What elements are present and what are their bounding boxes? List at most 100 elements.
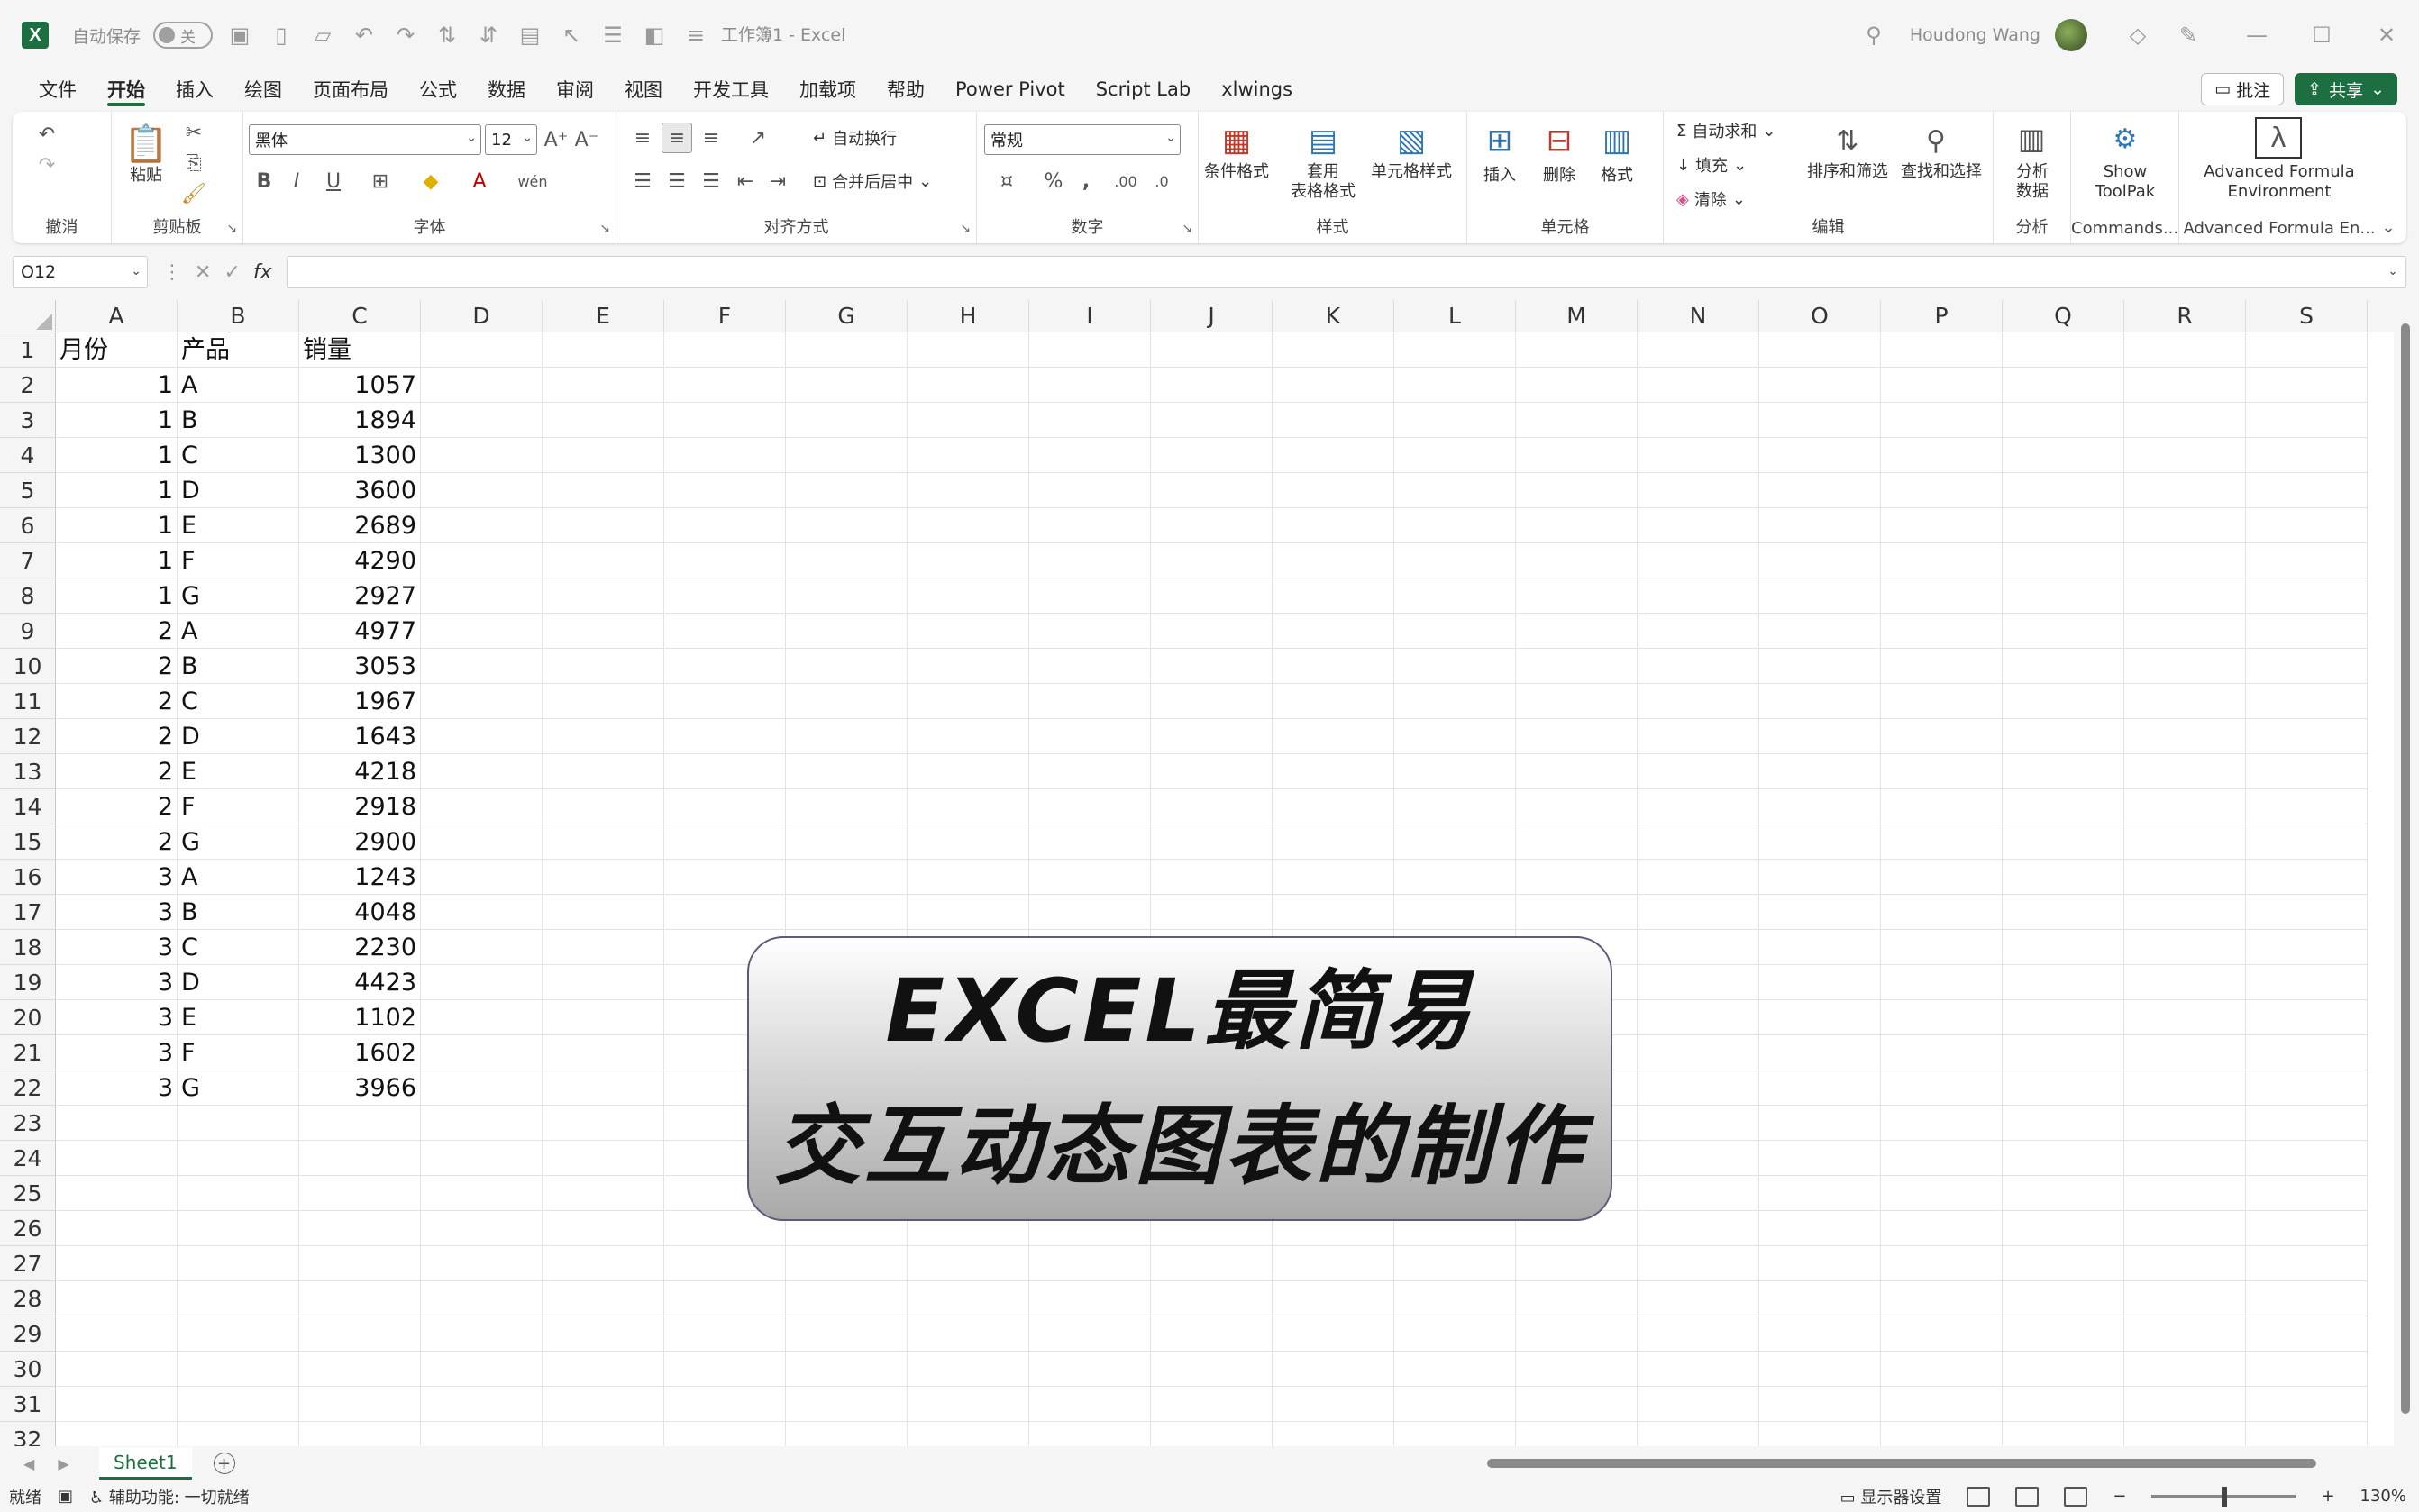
column-header[interactable]: L — [1394, 300, 1516, 332]
cell[interactable] — [421, 860, 543, 895]
formula-input[interactable]: ⌄ — [286, 256, 2406, 288]
cell[interactable] — [2124, 438, 2246, 473]
cell[interactable]: 1102 — [299, 1000, 421, 1035]
cell[interactable] — [2124, 1352, 2246, 1387]
cell[interactable] — [2124, 930, 2246, 965]
sort-descending-icon[interactable]: ⇵ — [474, 21, 503, 50]
vertical-scroll-thumb[interactable] — [2401, 323, 2410, 1414]
cell[interactable] — [421, 1176, 543, 1211]
wrap-text-button[interactable]: ↵ 自动换行 — [813, 126, 897, 150]
row-header[interactable]: 28 — [0, 1281, 56, 1316]
cell[interactable] — [1759, 1106, 1881, 1141]
cell[interactable] — [2003, 1422, 2124, 1446]
cell[interactable]: D — [178, 719, 299, 754]
align-top-icon[interactable]: ≡ — [627, 123, 658, 153]
cell[interactable] — [1638, 649, 1759, 684]
normal-view-button[interactable] — [1967, 1486, 1991, 1507]
cell[interactable] — [1881, 895, 2003, 930]
cell[interactable] — [1638, 1000, 1759, 1035]
cell[interactable] — [2003, 1352, 2124, 1387]
cell[interactable] — [299, 1106, 421, 1141]
cell[interactable] — [1759, 860, 1881, 895]
maximize-button[interactable]: ☐ — [2289, 0, 2354, 70]
tab-addins[interactable]: 加载项 — [784, 70, 872, 108]
cell[interactable] — [543, 789, 664, 824]
cell[interactable] — [1273, 543, 1394, 578]
cell[interactable] — [1394, 895, 1516, 930]
cell[interactable] — [786, 368, 908, 403]
cell[interactable] — [2124, 895, 2246, 930]
cell[interactable] — [1759, 1211, 1881, 1246]
cell[interactable] — [543, 1000, 664, 1035]
delete-cells-label[interactable]: 删除 — [1534, 166, 1584, 186]
cell[interactable] — [543, 860, 664, 895]
cell[interactable] — [664, 1387, 786, 1422]
cell-styles-label[interactable]: 单元格样式 — [1365, 162, 1458, 182]
cell[interactable] — [2003, 1106, 2124, 1141]
column-header[interactable]: J — [1151, 300, 1273, 332]
tab-power-pivot[interactable]: Power Pivot — [940, 70, 1081, 108]
cell[interactable]: D — [178, 473, 299, 508]
cell[interactable] — [2246, 719, 2368, 754]
number-format-select[interactable]: 常规 ⌄ — [984, 124, 1181, 155]
cell[interactable] — [2124, 684, 2246, 719]
dialog-launcher-icon[interactable]: ↘ — [960, 222, 971, 236]
cell[interactable]: E — [178, 1000, 299, 1035]
cell[interactable] — [908, 508, 1029, 543]
cell[interactable]: 2 — [56, 684, 178, 719]
cell[interactable] — [1394, 403, 1516, 438]
cell[interactable] — [1394, 438, 1516, 473]
row-header[interactable]: 25 — [0, 1176, 56, 1211]
row-header[interactable]: 17 — [0, 895, 56, 930]
cell[interactable] — [664, 824, 786, 860]
cell[interactable] — [421, 1035, 543, 1070]
cell[interactable] — [1881, 1106, 2003, 1141]
cell[interactable] — [1029, 332, 1151, 368]
cell[interactable]: 1300 — [299, 438, 421, 473]
cell[interactable] — [1759, 789, 1881, 824]
cell[interactable]: 3 — [56, 965, 178, 1000]
cell[interactable] — [2003, 614, 2124, 649]
cell[interactable] — [1029, 508, 1151, 543]
cell[interactable] — [56, 1211, 178, 1246]
cell[interactable] — [1151, 1352, 1273, 1387]
cell[interactable] — [421, 473, 543, 508]
cell[interactable] — [1638, 1422, 1759, 1446]
analyze-data-label-1[interactable]: 分析 — [2001, 162, 2064, 182]
column-header[interactable]: I — [1029, 300, 1151, 332]
sort-ascending-icon[interactable]: ⇅ — [433, 21, 461, 50]
cell[interactable] — [1881, 1316, 2003, 1352]
row-header[interactable]: 12 — [0, 719, 56, 754]
collapse-ribbon-icon[interactable]: ⌄ — [2376, 214, 2401, 240]
cell[interactable] — [1273, 1246, 1394, 1281]
cell[interactable] — [1759, 473, 1881, 508]
cell[interactable] — [1394, 473, 1516, 508]
cell[interactable]: G — [178, 578, 299, 614]
cell[interactable]: A — [178, 368, 299, 403]
cell[interactable] — [1151, 1281, 1273, 1316]
column-header[interactable]: F — [664, 300, 786, 332]
cell[interactable] — [543, 614, 664, 649]
cell[interactable] — [56, 1281, 178, 1316]
cell[interactable]: 月份 — [56, 332, 178, 368]
fill-color-icon[interactable]: ◆ — [411, 166, 451, 196]
cell[interactable] — [1151, 1316, 1273, 1352]
cell[interactable] — [299, 1141, 421, 1176]
cell[interactable] — [1516, 473, 1638, 508]
cell[interactable] — [908, 1246, 1029, 1281]
cell[interactable] — [1638, 719, 1759, 754]
paste-icon[interactable]: 📋 — [123, 119, 169, 168]
cell[interactable]: B — [178, 895, 299, 930]
cell[interactable] — [56, 1106, 178, 1141]
cell[interactable] — [1273, 895, 1394, 930]
cell[interactable] — [1638, 1211, 1759, 1246]
cell[interactable] — [421, 614, 543, 649]
cell[interactable] — [1029, 1246, 1151, 1281]
cell[interactable] — [2246, 1176, 2368, 1211]
cell[interactable] — [543, 754, 664, 789]
row-header[interactable]: 14 — [0, 789, 56, 824]
cell[interactable] — [2003, 684, 2124, 719]
cell[interactable]: 1 — [56, 368, 178, 403]
cell[interactable] — [543, 930, 664, 965]
undo-icon[interactable]: ↶ — [350, 21, 379, 50]
